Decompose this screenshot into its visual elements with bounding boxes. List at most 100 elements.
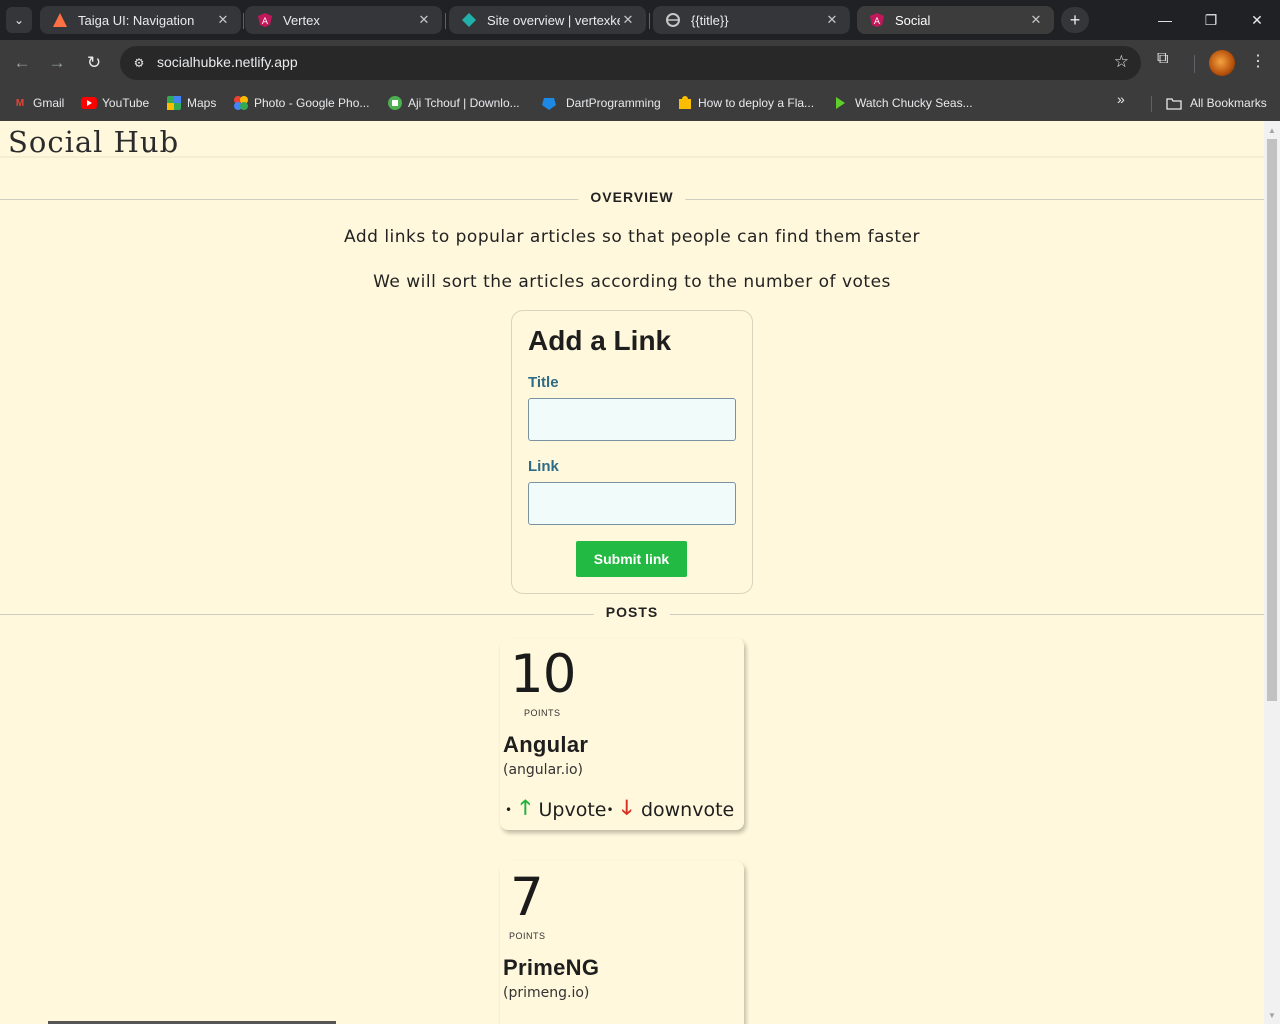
tab-site-overview[interactable]: Site overview | vertexke | ✕ xyxy=(449,6,646,34)
new-tab-button[interactable]: + xyxy=(1061,7,1089,33)
post-domain: (angular.io) xyxy=(503,762,583,778)
tab-search-button[interactable]: ⌄ xyxy=(6,7,32,33)
post-points: 10 xyxy=(510,644,576,705)
site-info-icon[interactable]: ⚙ xyxy=(128,52,150,74)
close-icon[interactable]: ✕ xyxy=(1028,12,1044,28)
title-input[interactable] xyxy=(528,398,736,441)
tab-vertex[interactable]: A Vertex ✕ xyxy=(245,6,442,34)
kebab-menu-icon[interactable]: ⋮ xyxy=(1250,51,1266,71)
vote-row: • 🡑 Upvote • 🡓 downvote xyxy=(503,795,734,822)
intro-text-1: Add links to popular articles so that pe… xyxy=(344,227,920,247)
scroll-down-icon[interactable]: ▼ xyxy=(1264,1008,1280,1022)
maps-icon xyxy=(166,95,182,111)
bookmark-gmail[interactable]: M Gmail xyxy=(12,92,65,114)
svg-text:A: A xyxy=(262,17,269,27)
extensions-icon[interactable]: ⧉ xyxy=(1157,50,1168,68)
plus-icon: + xyxy=(1069,9,1081,30)
bookmark-photos[interactable]: Photo - Google Pho... xyxy=(233,92,369,114)
bookmark-aji-tchouf[interactable]: Aji Tchouf | Downlo... xyxy=(387,92,520,114)
downvote-button[interactable]: downvote xyxy=(641,799,734,821)
bookmarks-bar: M Gmail YouTube Maps Photo - Google Pho.… xyxy=(0,86,1280,121)
url-text[interactable]: socialhubke.netlify.app xyxy=(157,54,298,70)
reload-icon: ↻ xyxy=(86,53,102,72)
post-title[interactable]: PrimeNG xyxy=(503,955,599,981)
scroll-up-icon[interactable]: ▲ xyxy=(1264,123,1280,137)
bookmark-chucky[interactable]: Watch Chucky Seas... xyxy=(832,92,973,114)
close-icon[interactable]: ✕ xyxy=(824,12,840,28)
form-title: Add a Link xyxy=(528,325,672,356)
all-bookmarks-button[interactable]: All Bookmarks xyxy=(1166,92,1267,114)
folder-icon xyxy=(677,95,693,111)
add-link-form: Add a Link Title Link Submit link xyxy=(511,310,753,594)
header-divider xyxy=(0,156,1264,158)
posts-heading: POSTS xyxy=(593,604,671,620)
points-label: POINTS xyxy=(509,931,546,941)
tab-title: Social xyxy=(895,12,931,28)
back-button[interactable]: ← xyxy=(7,48,37,78)
restore-button[interactable]: ❐ xyxy=(1188,0,1234,40)
post-title[interactable]: Angular xyxy=(503,732,588,758)
close-icon[interactable]: ✕ xyxy=(416,12,432,28)
overview-heading: OVERVIEW xyxy=(578,189,686,205)
browser-toolbar: ← → ↻ ⚙ socialhubke.netlify.app ☆ xyxy=(0,40,1280,86)
site-icon xyxy=(387,95,403,111)
dart-icon xyxy=(541,95,557,111)
tab-strip: ⌄ Taiga UI: Navigation ✕ A Vertex ✕ Site… xyxy=(0,0,1280,40)
reload-button[interactable]: ↻ xyxy=(79,48,109,78)
folder-icon xyxy=(1166,95,1182,111)
post-card: 7 POINTS PrimeNG (primeng.io) xyxy=(500,861,744,1024)
chevrons-right-icon[interactable]: » xyxy=(1117,91,1125,107)
angular-icon: A xyxy=(869,12,885,28)
star-icon[interactable]: ☆ xyxy=(1114,52,1129,72)
arrow-down-icon[interactable]: 🡓 xyxy=(622,793,632,827)
arrow-left-icon: ← xyxy=(13,53,31,72)
brand-title: Social Hub xyxy=(8,125,180,159)
link-label: Link xyxy=(528,458,559,475)
tab-title: Taiga UI: Navigation xyxy=(78,12,195,28)
forward-button[interactable]: → xyxy=(42,48,72,78)
youtube-icon xyxy=(81,95,97,111)
submit-link-button[interactable]: Submit link xyxy=(576,541,687,577)
photos-icon xyxy=(233,95,249,111)
netlify-icon xyxy=(461,12,477,28)
posts-divider: POSTS xyxy=(0,604,1264,624)
tab-title: Site overview | vertexke | xyxy=(487,12,620,28)
overview-divider: OVERVIEW xyxy=(0,189,1264,209)
play-icon xyxy=(832,95,848,111)
minimize-button[interactable]: — xyxy=(1142,0,1188,40)
link-input[interactable] xyxy=(528,482,736,525)
bookmark-maps[interactable]: Maps xyxy=(166,92,216,114)
page-viewport: Social Hub OVERVIEW Add links to popular… xyxy=(0,121,1264,1024)
title-label: Title xyxy=(528,374,559,391)
gmail-icon: M xyxy=(15,97,25,109)
tab-taiga[interactable]: Taiga UI: Navigation ✕ xyxy=(40,6,241,34)
bookmark-deploy-flask[interactable]: How to deploy a Fla... xyxy=(677,92,814,114)
browser-chrome: ⌄ Taiga UI: Navigation ✕ A Vertex ✕ Site… xyxy=(0,0,1280,121)
minimize-icon: — xyxy=(1158,12,1172,28)
arrow-up-icon[interactable]: 🡑 xyxy=(520,793,530,827)
upvote-button[interactable]: Upvote xyxy=(538,799,606,821)
close-icon: ✕ xyxy=(1251,11,1263,28)
scrollbar-thumb[interactable] xyxy=(1267,139,1277,701)
globe-icon xyxy=(665,12,681,28)
address-bar[interactable]: ⚙ socialhubke.netlify.app ☆ xyxy=(120,46,1141,80)
taiga-icon xyxy=(52,12,68,28)
tab-title: Vertex xyxy=(283,12,320,28)
svg-text:A: A xyxy=(874,17,881,27)
bookmark-youtube[interactable]: YouTube xyxy=(81,92,149,114)
close-window-button[interactable]: ✕ xyxy=(1234,0,1280,40)
post-domain: (primeng.io) xyxy=(503,985,590,1001)
post-card: 10 POINTS Angular (angular.io) • 🡑 Upvot… xyxy=(500,638,744,830)
intro-text-2: We will sort the articles according to t… xyxy=(373,272,891,292)
close-icon[interactable]: ✕ xyxy=(620,12,636,28)
tab-social[interactable]: A Social ✕ xyxy=(857,6,1054,34)
restore-icon: ❐ xyxy=(1204,11,1218,28)
bookmark-dartprogramming[interactable]: DartProgramming xyxy=(541,92,661,114)
close-icon[interactable]: ✕ xyxy=(215,12,231,28)
angular-icon: A xyxy=(257,12,273,28)
points-label: POINTS xyxy=(524,708,561,718)
vertical-scrollbar[interactable]: ▲ ▼ xyxy=(1264,121,1280,1024)
profile-avatar[interactable] xyxy=(1209,50,1235,76)
arrow-right-icon: → xyxy=(48,53,66,72)
tab-title-template[interactable]: {{title}} ✕ xyxy=(653,6,850,34)
